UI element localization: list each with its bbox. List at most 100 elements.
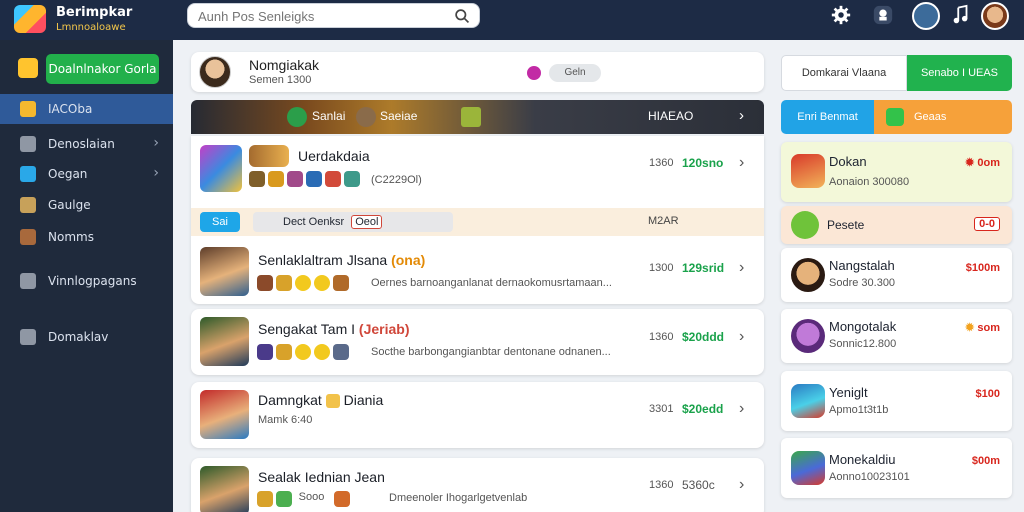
home-icon — [20, 101, 36, 117]
category-geaas[interactable]: Geaas — [874, 100, 1012, 134]
sidebar-item-news[interactable]: Nomms — [0, 222, 173, 252]
game-icon — [791, 451, 825, 485]
game-count: 1360 — [649, 479, 674, 491]
book-icon — [20, 197, 36, 213]
window-icon — [20, 166, 36, 182]
strip-field-badge: Oeol — [351, 215, 383, 229]
featured-banner[interactable]: Sanlai Saeiae HIAEAO › — [191, 100, 764, 134]
chevron-right-icon[interactable]: › — [739, 328, 744, 346]
game-thumbnail — [249, 145, 289, 167]
music-icon[interactable] — [950, 4, 972, 26]
profile-pill-button[interactable]: Geln — [549, 64, 601, 82]
badge-icon — [527, 66, 541, 80]
tag-label: Sooo — [298, 491, 325, 503]
right-item[interactable]: Pesete 0-0 — [781, 206, 1012, 244]
tab-strip-button[interactable]: Sai — [200, 212, 240, 232]
right-categories: Enri Benmat Geaas — [781, 100, 1012, 134]
sidebar-item-programs[interactable]: Vinnlogpagans — [0, 266, 173, 296]
search-icon[interactable] — [454, 8, 471, 25]
strip-field[interactable]: Dect Oenksr Oeol — [253, 212, 453, 232]
sidebar-item-label: Domaklav — [48, 330, 109, 344]
right-item[interactable]: Nangstalah Sodre 30.300 $100m — [781, 248, 1012, 302]
tab-domkarai[interactable]: Domkarai Vlaana — [781, 55, 907, 91]
list-item[interactable]: Sengakat Tam I (Jeriab) Socthe barbongan… — [191, 309, 764, 375]
game-icon — [791, 384, 825, 418]
right-item[interactable]: Monekaldiu Aonno10023101 $00m — [781, 438, 1012, 498]
star-icon — [295, 275, 311, 291]
game-description: Oernes barnoanganlanat dernaokomusrtamaa… — [371, 277, 612, 289]
list-item[interactable]: Senlaklaltram Jlsana (ona) Oernes barnoa… — [191, 238, 764, 304]
sidebar-item-open[interactable]: Oegan › — [0, 159, 173, 189]
avatar — [199, 56, 231, 88]
right-item-price: ✹ som — [965, 322, 1000, 334]
folder-icon — [20, 136, 36, 152]
sidebar-item-downloads[interactable]: Denoslaian › — [0, 129, 173, 159]
game-thumbnail — [200, 145, 242, 192]
sidebar-item-label: Gaulge — [48, 198, 91, 212]
tab-senabo[interactable]: Senabo I UEAS — [907, 55, 1012, 91]
gamepad-icon[interactable] — [872, 4, 894, 26]
game-price: 120sno — [682, 156, 724, 170]
game-tags: Sooo — [257, 491, 353, 509]
game-count: 1360 — [649, 157, 674, 169]
list-item[interactable]: Uerdakdaia (C2229Ol) 1360 120sno › — [191, 136, 764, 206]
game-icon — [791, 154, 825, 188]
right-item-name: Dokan — [829, 154, 867, 169]
sidebar-item-guide[interactable]: Gaulge — [0, 190, 173, 220]
right-item[interactable]: Mongotalak Sonnic12.800 ✹ som — [781, 309, 1012, 363]
chevron-right-icon: › — [153, 165, 159, 181]
right-item-subtitle: Aonno10023101 — [829, 471, 910, 483]
game-list: Uerdakdaia (C2229Ol) 1360 120sno › Sai D… — [191, 136, 764, 304]
list-item[interactable]: Sealak Iednian Jean Sooo Dmeenoler Ihoga… — [191, 458, 764, 512]
game-description: Socthe barbongangianbtar dentonane odnan… — [371, 346, 611, 358]
avatar — [791, 319, 825, 353]
globe-avatar-icon[interactable] — [912, 2, 940, 30]
chevron-right-icon[interactable]: › — [739, 476, 744, 494]
top-bar: Berimpkar Lmnnoaloawe — [0, 0, 1024, 40]
filter-strip: Sai Dect Oenksr Oeol M2AR — [191, 208, 764, 236]
game-tags — [249, 171, 363, 189]
user-avatar[interactable] — [981, 2, 1009, 30]
tag-icon — [344, 171, 360, 187]
sidebar-item-label: IACOba — [48, 102, 93, 116]
chevron-right-icon[interactable]: › — [739, 259, 744, 277]
chevron-right-icon[interactable]: › — [739, 107, 744, 124]
briefcase-icon — [20, 273, 36, 289]
category-icon — [886, 108, 904, 126]
list-item[interactable]: Damngkat Diania Mamk 6:40 3301 $20edd › — [191, 382, 764, 448]
sidebar-item-label: Vinnlogpagans — [48, 274, 137, 288]
game-thumbnail — [200, 317, 249, 366]
chevron-right-icon[interactable]: › — [739, 154, 744, 172]
search-bar[interactable] — [187, 3, 480, 28]
game-title: Uerdakdaia — [298, 148, 370, 164]
game-price: $20edd — [682, 402, 724, 416]
game-tags — [257, 275, 352, 293]
game-price: 129srid — [682, 261, 725, 275]
app-title: Berimpkar — [56, 5, 133, 20]
coin-icon — [325, 394, 340, 409]
profile-card[interactable]: Nomgiakak Semen 1300 Geln — [191, 52, 764, 92]
sidebar-primary-button[interactable]: Doalnlnakor Gorla — [46, 54, 159, 84]
game-thumbnail — [200, 247, 249, 296]
briefcase-icon — [20, 329, 36, 345]
tag-icon — [257, 275, 273, 291]
heart-icon — [791, 211, 819, 239]
search-input[interactable] — [198, 8, 448, 25]
gear-icon[interactable] — [830, 4, 852, 26]
tag-icon — [249, 171, 265, 187]
tag-icon — [257, 491, 273, 507]
right-item[interactable]: Yeniglt Apmo1t3t1b $100 — [781, 371, 1012, 431]
right-item-subtitle: Sonnic12.800 — [829, 338, 897, 350]
sidebar-item-domain[interactable]: Domaklav — [0, 322, 173, 352]
category-enri[interactable]: Enri Benmat — [781, 100, 874, 134]
right-item-price: ✹ 0om — [965, 157, 1000, 169]
character-icon — [356, 107, 376, 127]
game-price: 5360c — [682, 478, 715, 492]
tag-icon — [276, 344, 292, 360]
chevron-right-icon[interactable]: › — [739, 400, 744, 418]
tag-icon — [333, 275, 349, 291]
right-item[interactable]: Dokan Aonaion 300080 ✹ 0om — [781, 142, 1012, 202]
sidebar-item-home[interactable]: IACOba — [0, 94, 173, 124]
game-thumbnail — [200, 466, 249, 512]
star-icon — [314, 275, 330, 291]
